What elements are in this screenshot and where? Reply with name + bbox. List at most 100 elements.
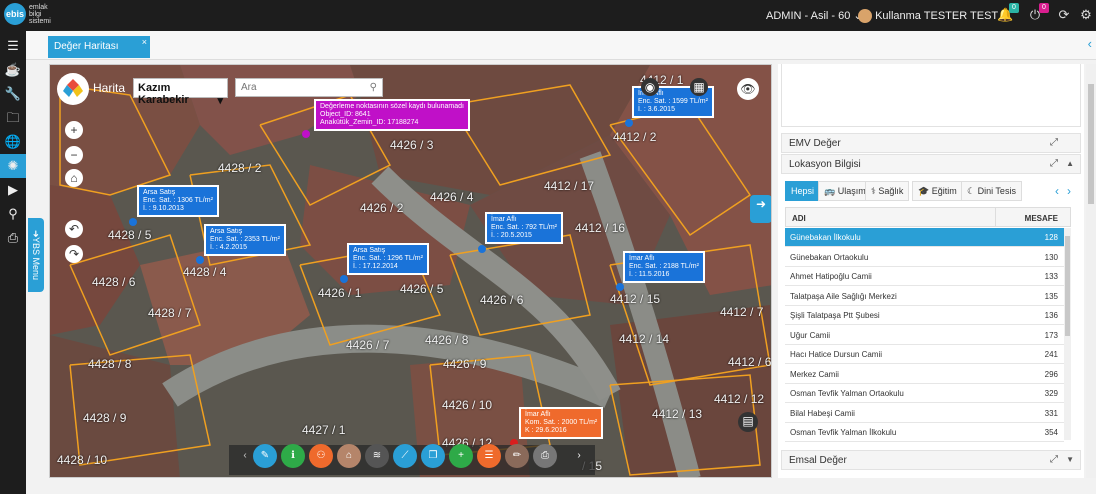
chevron-right-icon[interactable]: › <box>567 444 591 468</box>
row-name: Hacı Hatice Dursun Camii <box>790 350 883 359</box>
search-icon[interactable]: ⚲ <box>370 82 377 93</box>
redo-icon[interactable]: ↷ <box>65 245 83 263</box>
tab-ulasim[interactable]: 🚌 Ulaşım <box>818 181 872 201</box>
map-marker[interactable] <box>196 256 204 264</box>
panel-toggle-icon[interactable]: ➜ <box>750 195 771 223</box>
user-menu[interactable]: Kullanma TESTER TEST ⌄ <box>858 9 1010 24</box>
undo-icon[interactable]: ↶ <box>65 220 83 238</box>
table-row[interactable]: Günebakan İlkokulu 128 <box>785 228 1064 247</box>
close-icon[interactable]: × <box>142 37 147 47</box>
tab-egitim[interactable]: 🎓 Eğitim <box>912 181 963 201</box>
map-marker[interactable] <box>625 119 633 127</box>
scroll-thumb[interactable] <box>1065 236 1070 336</box>
layers-icon[interactable]: ≋ <box>365 444 389 468</box>
ybs-menu-tab[interactable]: ➜ YBS Menu <box>28 218 44 292</box>
table-row[interactable]: Bilal Habeşi Camii 331 <box>785 404 1064 423</box>
zoom-out-icon[interactable]: − <box>65 146 83 164</box>
valuation-popup[interactable]: İmar Aflı Enc. Sat. : 792 TL/m² İ. : 20.… <box>485 212 564 244</box>
list-icon[interactable]: ☰ <box>477 444 501 468</box>
table-row[interactable]: Talatpaşa Aile Sağlığı Merkezi 135 <box>785 287 1064 306</box>
wrench-icon[interactable]: 🔧 <box>0 82 26 106</box>
globe-icon[interactable]: 🌐 <box>0 130 26 154</box>
tab-hepsi[interactable]: Hepsi <box>785 181 821 201</box>
add-icon[interactable]: + <box>449 444 473 468</box>
menu-icon[interactable]: ☰ <box>0 34 26 58</box>
lokasyon-section-header[interactable]: Lokasyon Bilgisi ⤢ ▲ <box>781 154 1081 174</box>
map-marker[interactable] <box>616 283 624 291</box>
table-row[interactable]: Uğur Camii 173 <box>785 326 1064 345</box>
chevron-right-icon[interactable]: › <box>1067 184 1071 198</box>
copy-icon[interactable]: ❐ <box>421 444 445 468</box>
expand-icon[interactable]: ⤢ <box>1050 454 1058 465</box>
draw-icon[interactable]: ✎ <box>253 444 277 468</box>
table-row[interactable]: Günebakan Ortaokulu 130 <box>785 248 1064 267</box>
map-marker[interactable] <box>129 218 137 226</box>
settings-icon[interactable]: ⚙ <box>1078 7 1094 23</box>
column-header-distance[interactable]: MESAFE <box>1025 214 1058 223</box>
expand-icon[interactable]: ⤢ <box>1050 137 1058 148</box>
map-search[interactable]: ⚲ <box>235 78 383 97</box>
home-icon[interactable]: ⌂ <box>65 169 83 187</box>
table-row[interactable]: Osman Tevfik Yalman İlkokulu 354 <box>785 423 1064 442</box>
tab-dini-tesis[interactable]: ☾ Dini Tesis <box>961 181 1022 201</box>
table-row[interactable]: Merkez Camii 296 <box>785 365 1064 384</box>
tab-deger-haritasi[interactable]: Değer Haritası × <box>48 36 150 58</box>
refresh-icon[interactable]: ⟳ <box>1056 7 1072 23</box>
caret-up-icon[interactable]: ▲ <box>1066 159 1074 168</box>
panel-scrollbar[interactable] <box>1086 64 1096 478</box>
district-select[interactable]: Kazım Karabekir ▾ <box>133 78 228 107</box>
chevron-left-icon[interactable]: ‹ <box>1055 184 1059 198</box>
caret-down-icon[interactable]: ▼ <box>1066 455 1074 464</box>
play-icon[interactable]: ▶ <box>0 178 26 202</box>
valuation-popup[interactable]: İmar Aflı Enc. Sat. : 2188 TL/m² İ. : 11… <box>623 251 705 283</box>
map-canvas[interactable]: 4428 / 2 4426 / 3 4426 / 4 4426 / 2 4428… <box>49 64 772 478</box>
building-icon[interactable]: ⌂ <box>337 444 361 468</box>
parcel-label: 4412 / 12 <box>714 392 765 406</box>
map-marker[interactable] <box>340 275 348 283</box>
power-icon[interactable]: ⏻ 0 <box>1027 3 1049 23</box>
eye-icon[interactable]: 👁 <box>737 78 759 100</box>
valuation-popup[interactable]: Arsa Satış Enc. Sat. : 1306 TL/m² İ. : 9… <box>137 185 219 217</box>
search-input[interactable] <box>241 82 359 93</box>
users-icon[interactable]: ⚇ <box>309 444 333 468</box>
app-logo[interactable]: ebis emlak bilgi sistemi <box>4 3 51 25</box>
bell-icon[interactable]: 🔔 0 <box>997 3 1019 23</box>
emsal-section-header[interactable]: Emsal Değer ⤢ ▼ <box>781 450 1081 470</box>
print-icon[interactable]: ⎙ <box>533 444 557 468</box>
table-scrollbar[interactable] <box>1064 228 1071 440</box>
expand-icon[interactable]: ⤢ <box>1050 158 1058 169</box>
grid-icon[interactable]: ▦ <box>690 78 708 96</box>
coffee-icon[interactable]: ☕ <box>0 58 26 82</box>
parcel-label: 4412 / 15 <box>610 292 661 306</box>
table-row[interactable]: Osman Tevfik Yalman Ortaokulu 329 <box>785 384 1064 403</box>
row-distance: 296 <box>1044 369 1058 379</box>
chevron-left-icon[interactable]: ‹ <box>1088 36 1092 51</box>
tab-saglik[interactable]: ⚕ Sağlık <box>865 181 910 201</box>
column-header-name[interactable]: ADI <box>792 214 806 223</box>
scroll-thumb[interactable] <box>1088 84 1094 204</box>
table-row[interactable]: Şişli Talatpaşa Ptt Şubesi 136 <box>785 306 1064 325</box>
pencil-icon[interactable]: ✏ <box>505 444 529 468</box>
info-icon[interactable]: ℹ <box>281 444 305 468</box>
popup-line: İmar Aflı <box>491 216 517 223</box>
map-marker[interactable] <box>478 245 486 253</box>
location-icon[interactable]: ◉ <box>641 78 659 96</box>
table-row[interactable]: Hacı Hatice Dursun Camii 241 <box>785 345 1064 364</box>
zoom-in-icon[interactable]: + <box>65 121 83 139</box>
map-marker[interactable] <box>302 130 310 138</box>
folder-icon[interactable]: 🗀 <box>0 106 26 130</box>
search-icon[interactable]: ⚲ <box>0 202 26 226</box>
list-icon[interactable]: ▤ <box>738 412 758 432</box>
map-label: Harita <box>93 81 126 95</box>
print-icon[interactable]: ⎙ <box>0 226 26 250</box>
target-icon[interactable]: ✺ <box>0 154 26 178</box>
parcel-label: 4412 / 14 <box>619 332 670 346</box>
valuation-popup[interactable]: İmar Aflı Kom. Sat. : 2000 TL/m² K : 29.… <box>519 407 604 439</box>
table-row[interactable]: Ahmet Hatipoğlu Camii 133 <box>785 267 1064 286</box>
valuation-popup[interactable]: Arsa Satış Enc. Sat. : 1296 TL/m² İ. : 1… <box>347 243 429 275</box>
valuation-popup[interactable]: Arsa Satış Enc. Sat. : 2353 TL/m² İ. : 4… <box>204 224 286 256</box>
emv-section-header[interactable]: EMV Değer ⤢ <box>781 133 1081 153</box>
user-role-dropdown[interactable]: ADMIN - Asil - 60 ⌄ <box>766 9 863 22</box>
valuation-popup[interactable]: Değerleme noktasının sözel kaydı bulunam… <box>314 99 470 131</box>
measure-icon[interactable]: ⟋ <box>393 444 417 468</box>
